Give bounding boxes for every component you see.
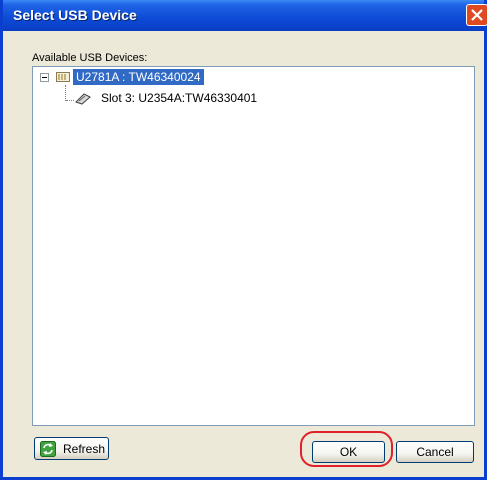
tree-connector [65,85,66,101]
refresh-button[interactable]: Refresh [34,437,109,460]
close-button[interactable] [466,4,487,26]
tree-node-u2781a[interactable]: U2781A : TW46340024 Slot 3: U2354A:TW463… [33,69,473,107]
chassis-icon [56,72,70,82]
tree-connector [66,100,74,101]
device-label[interactable]: U2781A : TW46340024 [73,69,204,85]
cancel-button[interactable]: Cancel [396,441,474,463]
refresh-label: Refresh [63,442,106,456]
collapse-icon[interactable] [40,73,49,82]
usb-device-tree[interactable]: U2781A : TW46340024 Slot 3: U2354A:TW463… [32,66,475,426]
dialog-title: Select USB Device [13,7,137,23]
refresh-icon [40,441,56,457]
select-usb-device-dialog: Select USB Device Available USB Devices:… [0,0,487,480]
ok-button[interactable]: OK [312,441,385,463]
slot-label[interactable]: Slot 3: U2354A:TW46330401 [101,91,257,105]
close-icon [471,9,483,21]
title-bar[interactable]: Select USB Device [3,0,487,31]
available-devices-label: Available USB Devices: [32,52,148,64]
module-icon [75,93,91,105]
